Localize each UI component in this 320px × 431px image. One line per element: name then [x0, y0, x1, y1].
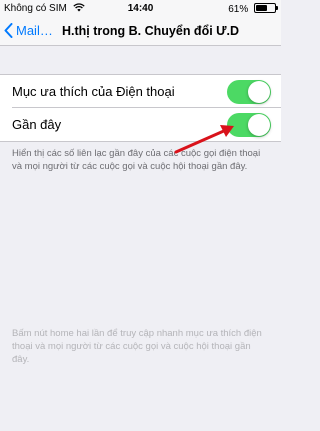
- status-right: 61%: [228, 3, 278, 15]
- battery-icon: [254, 3, 278, 13]
- phone-favorites-toggle[interactable]: [227, 79, 271, 104]
- settings-row-recents: Gần đây: [0, 108, 281, 141]
- battery-percent: 61%: [228, 4, 249, 15]
- battery-level-fill: [256, 5, 267, 11]
- toggle-knob: [248, 113, 270, 136]
- page-title: H.thị trong B. Chuyển đổi Ư.D: [62, 24, 240, 38]
- settings-group: Mục ưa thích của Điện thoại Gần đây: [0, 74, 281, 142]
- navigation-bar: Mail… H.thị trong B. Chuyển đổi Ư.D: [0, 18, 281, 46]
- back-button[interactable]: Mail…: [4, 23, 53, 38]
- row-label-phone-favorites: Mục ưa thích của Điện thoại: [12, 84, 175, 99]
- chevron-left-icon: [4, 23, 13, 38]
- toggle-knob: [248, 80, 270, 103]
- annotation-arrow: [174, 125, 234, 154]
- settings-row-phone-favorites: Mục ưa thích của Điện thoại: [0, 75, 281, 108]
- status-bar: Không có SIM 14:40 61%: [0, 0, 281, 18]
- back-button-label: Mail…: [16, 23, 53, 38]
- help-text: Bấm nút home hai lần để truy cập nhanh m…: [12, 328, 262, 365]
- row-label-recents: Gần đây: [12, 117, 62, 132]
- recents-toggle[interactable]: [227, 112, 271, 137]
- settings-footer-note: Hiển thị các số liên lạc gần đây của các…: [12, 148, 261, 172]
